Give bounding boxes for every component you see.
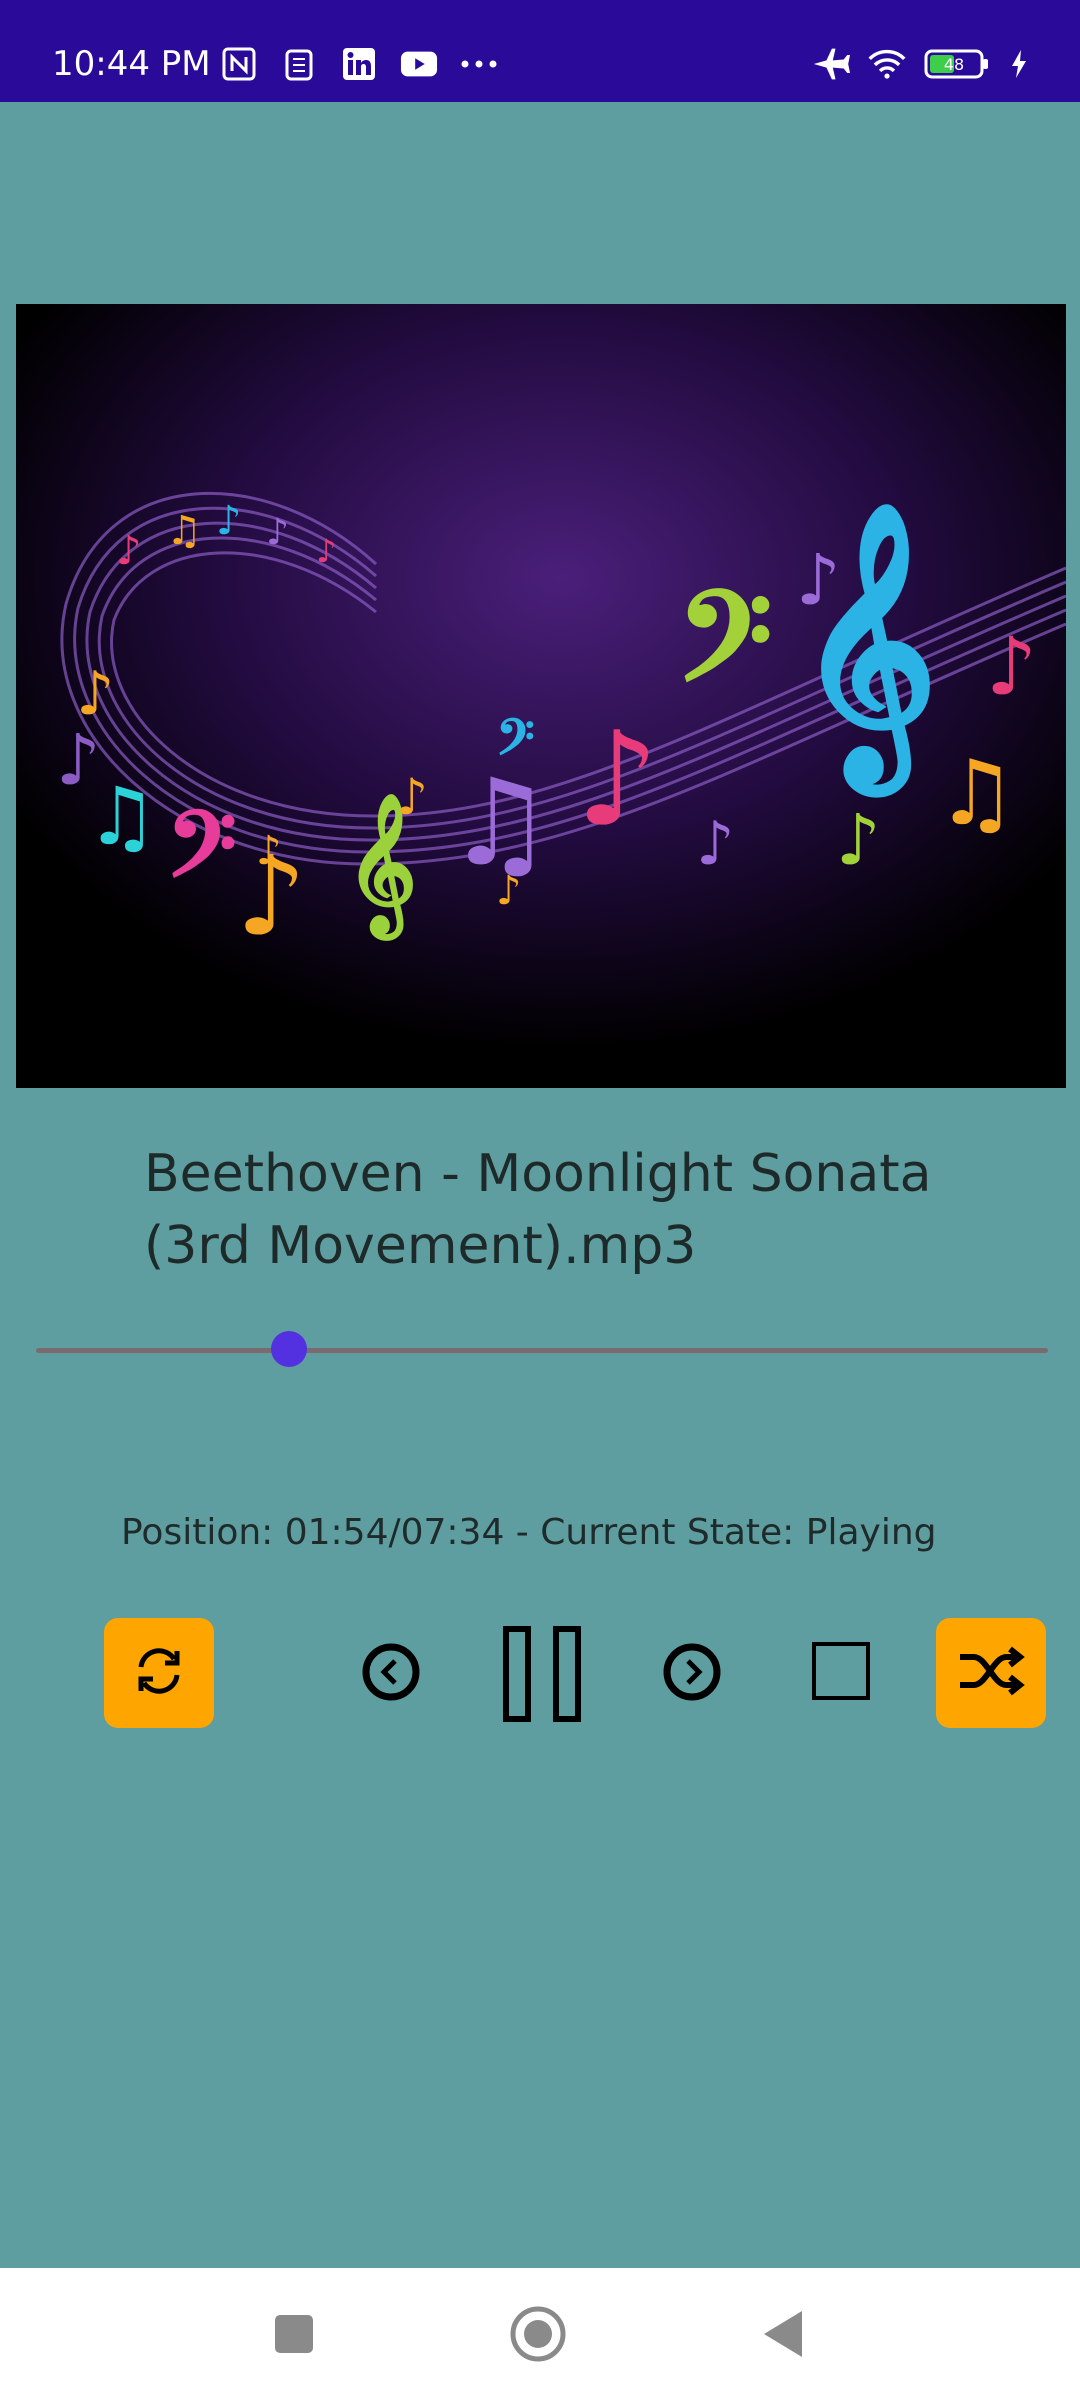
status-icons-right: 48 bbox=[812, 44, 1030, 84]
linkedin-icon bbox=[340, 45, 378, 83]
back-button[interactable] bbox=[758, 2308, 808, 2364]
status-time: 10:44 PM bbox=[52, 44, 211, 84]
recents-button[interactable] bbox=[270, 2312, 318, 2360]
seek-track[interactable] bbox=[36, 1348, 1048, 1353]
svg-text:♪: ♪ bbox=[316, 532, 336, 570]
song-title: Beethoven - Moonlight Sonata (3rd Moveme… bbox=[144, 1144, 932, 1276]
svg-text:♪: ♪ bbox=[796, 539, 841, 621]
youtube-icon bbox=[400, 45, 438, 83]
seekbar[interactable] bbox=[36, 1331, 1048, 1371]
shuffle-icon bbox=[956, 1641, 1026, 1705]
svg-text:𝄢: 𝄢 bbox=[496, 709, 535, 779]
svg-text:♪: ♪ bbox=[116, 528, 142, 574]
charging-bolt-icon bbox=[1008, 45, 1030, 83]
repeat-icon bbox=[129, 1641, 189, 1705]
status-bar: 10:44 PM 48 bbox=[0, 0, 1080, 102]
next-icon bbox=[663, 1643, 721, 1705]
svg-text:48: 48 bbox=[944, 55, 964, 74]
svg-text:♫: ♫ bbox=[936, 741, 1017, 846]
album-art: 𝄞 𝄢 ♪ ♫ 𝄞 ♪ 𝄢 ♫ ♪ ♪ ♫ ♪ ♪ ♪ 𝄢 ♪ ♪ ♪ ♫ ♪ … bbox=[16, 304, 1066, 1088]
wifi-icon bbox=[868, 45, 906, 83]
system-nav-bar bbox=[0, 2268, 1080, 2400]
more-dots-icon bbox=[460, 45, 498, 83]
svg-text:♪: ♪ bbox=[266, 512, 289, 553]
next-button[interactable] bbox=[662, 1643, 722, 1705]
pause-button[interactable] bbox=[502, 1626, 582, 1726]
seek-thumb[interactable] bbox=[271, 1331, 307, 1367]
playback-controls bbox=[0, 1616, 1080, 1728]
previous-button[interactable] bbox=[361, 1643, 421, 1705]
svg-text:♪: ♪ bbox=[986, 620, 1037, 713]
svg-text:♪: ♪ bbox=[76, 659, 114, 729]
pause-icon bbox=[503, 1626, 581, 1726]
home-button[interactable] bbox=[508, 2306, 568, 2366]
stop-icon bbox=[811, 1641, 871, 1705]
sim-icon bbox=[280, 45, 318, 83]
repeat-button[interactable] bbox=[104, 1618, 214, 1728]
battery-icon: 48 bbox=[924, 45, 990, 83]
svg-text:𝄢: 𝄢 bbox=[166, 792, 237, 920]
status-icons-left bbox=[220, 44, 498, 84]
airplane-mode-icon bbox=[812, 45, 850, 83]
svg-text:♪: ♪ bbox=[836, 799, 881, 881]
music-notes-image: 𝄞 𝄢 ♪ ♫ 𝄞 ♪ 𝄢 ♫ ♪ ♪ ♫ ♪ ♪ ♪ 𝄢 ♪ ♪ ♪ ♫ ♪ … bbox=[16, 304, 1066, 1088]
stop-button[interactable] bbox=[810, 1642, 872, 1704]
svg-text:♪: ♪ bbox=[256, 828, 282, 874]
svg-text:♪: ♪ bbox=[396, 768, 428, 826]
svg-text:♪: ♪ bbox=[216, 498, 242, 544]
previous-icon bbox=[362, 1643, 420, 1705]
home-icon bbox=[509, 2305, 567, 2367]
shuffle-button[interactable] bbox=[936, 1618, 1046, 1728]
svg-text:♪: ♪ bbox=[56, 719, 101, 801]
nfc-icon bbox=[220, 45, 258, 83]
svg-text:♪: ♪ bbox=[496, 868, 522, 914]
svg-text:𝄢: 𝄢 bbox=[676, 566, 772, 740]
svg-text:♪: ♪ bbox=[696, 809, 734, 879]
back-icon bbox=[760, 2308, 806, 2364]
svg-text:♫: ♫ bbox=[166, 508, 202, 554]
position-status-text: Position: 01:54/07:34 - Current State: P… bbox=[121, 1512, 937, 1553]
recents-icon bbox=[273, 2313, 315, 2359]
svg-text:♪: ♪ bbox=[576, 703, 659, 855]
